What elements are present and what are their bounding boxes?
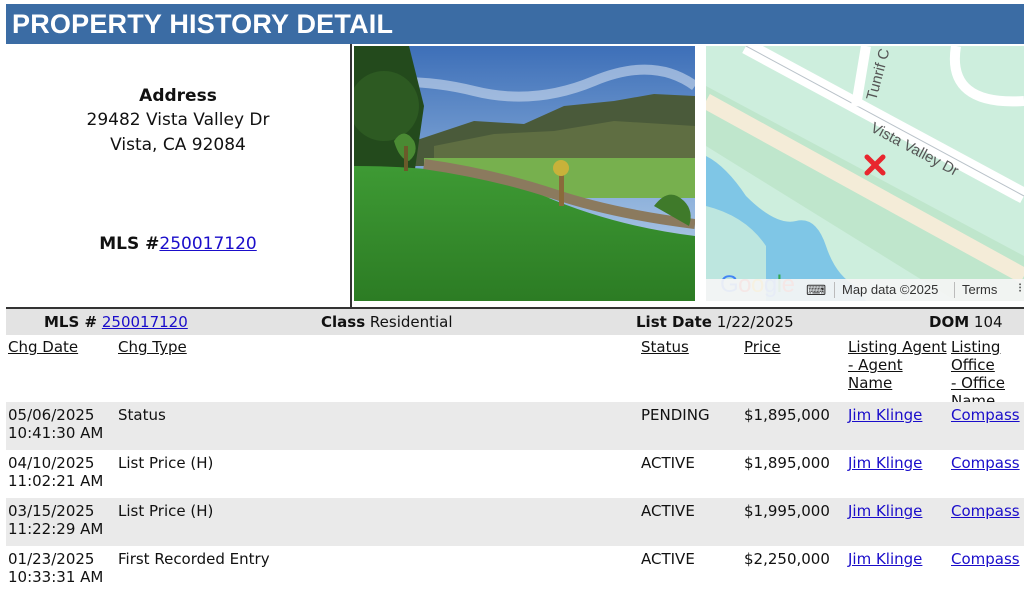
keyboard-icon[interactable]: ⌨ [806, 282, 826, 299]
row-chg-date: 03/15/2025 11:22:29 AM [8, 502, 104, 538]
map-data-attribution: Map data ©2025 [842, 282, 939, 297]
header-agent-line2: - Agent [848, 356, 903, 374]
header-agent-line3: Name [848, 374, 893, 392]
summary-list-date-label: List Date [636, 313, 712, 331]
header-listing-office[interactable]: Listing Office - Office Name [951, 338, 1024, 410]
row-chg-type: List Price (H) [118, 502, 214, 520]
row-chg-date: 05/06/2025 10:41:30 AM [8, 406, 104, 442]
history-table-header: Chg Date Chg Type Status Price Listing A… [6, 336, 1024, 410]
row-status: ACTIVE [641, 454, 695, 472]
table-row: 04/10/2025 11:02:21 AM List Price (H) AC… [6, 450, 1024, 498]
header-listing-agent[interactable]: Listing Agent - Agent Name [848, 338, 947, 392]
row-price: $1,995,000 [744, 502, 830, 520]
summary-mls: MLS # 250017120 [44, 309, 188, 335]
summary-dom: DOM 104 [929, 309, 1003, 335]
header-office-line2: - Office [951, 374, 1005, 392]
summary-dom-value: 104 [973, 313, 1003, 331]
row-office-link[interactable]: Compass [951, 502, 1020, 520]
row-price: $1,895,000 [744, 406, 830, 424]
mls-number-link[interactable]: 250017120 [159, 234, 256, 254]
property-overview: Address 29482 Vista Valley Dr Vista, CA … [6, 44, 1024, 307]
property-photo [354, 46, 695, 301]
summary-class: Class Residential [321, 309, 453, 335]
header-chg-type[interactable]: Chg Type [118, 338, 187, 356]
summary-dom-label: DOM [929, 313, 970, 331]
row-chg-date: 01/23/2025 10:33:31 AM [8, 550, 104, 586]
row-status: ACTIVE [641, 502, 695, 520]
table-row: 01/23/2025 10:33:31 AM First Recorded En… [6, 546, 1024, 594]
listing-summary-bar: MLS # 250017120 Class Residential List D… [6, 307, 1024, 335]
row-chg-type: Status [118, 406, 166, 424]
row-status: ACTIVE [641, 550, 695, 568]
row-agent-link[interactable]: Jim Klinge [848, 406, 922, 424]
header-status[interactable]: Status [641, 338, 689, 356]
table-row: 03/15/2025 11:22:29 AM List Price (H) AC… [6, 498, 1024, 546]
map-terms-link[interactable]: Terms [962, 282, 997, 297]
summary-list-date-value: 1/22/2025 [716, 313, 794, 331]
header-chg-date[interactable]: Chg Date [8, 338, 78, 356]
row-status: PENDING [641, 406, 710, 424]
row-chg-type: First Recorded Entry [118, 550, 270, 568]
summary-list-date: List Date 1/22/2025 [636, 309, 794, 335]
map-more-icon[interactable]: ⁝ [1018, 280, 1022, 296]
row-price: $1,895,000 [744, 454, 830, 472]
row-price: $2,250,000 [744, 550, 830, 568]
row-agent-link[interactable]: Jim Klinge [848, 550, 922, 568]
summary-class-label: Class [321, 313, 366, 331]
mls-number-block: MLS #250017120 [6, 234, 350, 254]
address-street: 29482 Vista Valley Dr [86, 110, 270, 130]
row-office-link[interactable]: Compass [951, 550, 1020, 568]
address-panel: Address 29482 Vista Valley Dr Vista, CA … [6, 44, 352, 307]
summary-mls-link[interactable]: 250017120 [102, 313, 188, 331]
address-city: Vista, CA 92084 [110, 135, 246, 155]
table-row: 05/06/2025 10:41:30 AM Status PENDING $1… [6, 402, 1024, 450]
header-price[interactable]: Price [744, 338, 781, 356]
row-chg-date: 04/10/2025 11:02:21 AM [8, 454, 104, 490]
page-title: PROPERTY HISTORY DETAIL [6, 4, 1024, 44]
row-agent-link[interactable]: Jim Klinge [848, 502, 922, 520]
map-canvas[interactable] [706, 46, 1024, 301]
row-office-link[interactable]: Compass [951, 454, 1020, 472]
row-agent-link[interactable]: Jim Klinge [848, 454, 922, 472]
map-footer: ⌨ Map data ©2025 Terms ⁝ [706, 279, 1024, 301]
location-map[interactable]: Vista Valley Dr Tunrif C Google ⌨ Map da… [706, 46, 1024, 301]
summary-mls-label: MLS # [44, 313, 98, 331]
property-history-page: PROPERTY HISTORY DETAIL Address 29482 Vi… [0, 0, 1024, 596]
summary-class-value: Residential [369, 313, 453, 331]
property-photo-image [354, 46, 695, 301]
header-agent-line1: Listing Agent [848, 338, 947, 356]
mls-label: MLS # [99, 234, 160, 254]
row-office-link[interactable]: Compass [951, 406, 1020, 424]
address-label: Address [139, 86, 217, 106]
header-office-line1: Listing Office [951, 338, 1001, 374]
row-chg-type: List Price (H) [118, 454, 214, 472]
